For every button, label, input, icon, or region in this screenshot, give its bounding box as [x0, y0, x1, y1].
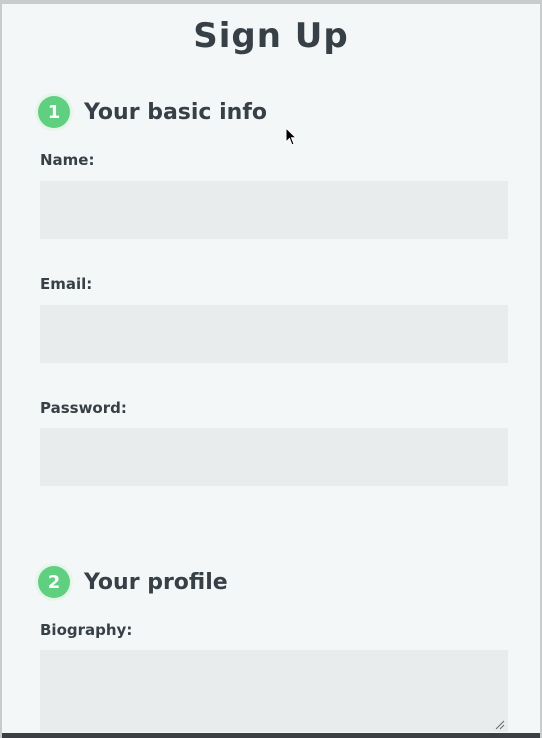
- section-basic-info: 1 Your basic info: [38, 96, 267, 128]
- email-label: Email:: [40, 275, 93, 293]
- section-title-profile: Your profile: [84, 569, 228, 595]
- window-bottom-bar: [2, 733, 540, 738]
- section-title-basic-info: Your basic info: [84, 99, 268, 125]
- signup-page: Sign Up 1 Your basic info Name: Email: P…: [0, 0, 542, 738]
- name-input[interactable]: [40, 181, 508, 239]
- password-input[interactable]: [40, 428, 508, 486]
- biography-textarea[interactable]: [40, 650, 508, 732]
- page-title: Sign Up: [193, 16, 349, 56]
- name-label: Name:: [40, 151, 95, 169]
- step-2-badge: 2: [38, 566, 70, 598]
- password-label: Password:: [40, 399, 127, 417]
- biography-label: Biography:: [40, 621, 133, 639]
- section-profile: 2 Your profile: [38, 566, 228, 598]
- textarea-resize-icon[interactable]: [495, 720, 505, 730]
- email-input[interactable]: [40, 305, 508, 363]
- step-1-badge: 1: [38, 96, 70, 128]
- mouse-pointer-icon: [285, 127, 297, 146]
